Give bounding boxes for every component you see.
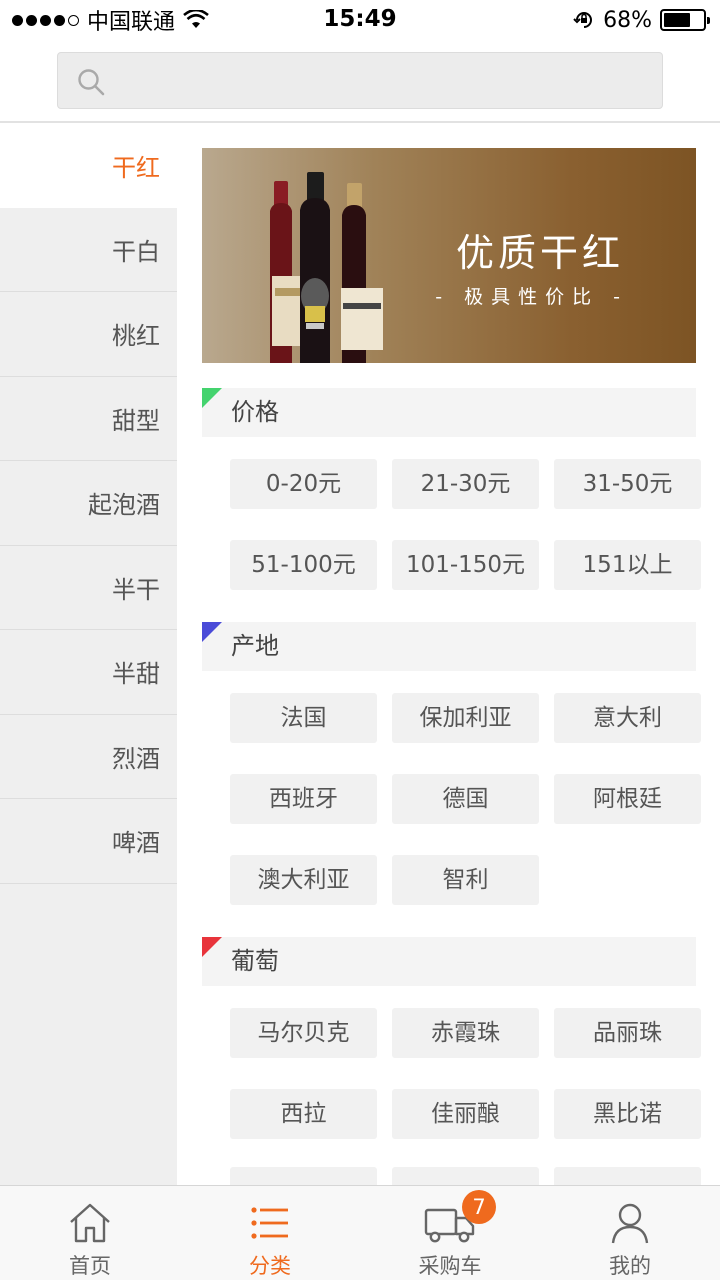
filter-tag[interactable]: 佳丽酿 [392, 1089, 539, 1139]
section-title: 产地 [231, 632, 279, 660]
filter-tag[interactable]: 0-20元 [230, 459, 377, 509]
filter-tag[interactable]: 智利 [392, 855, 539, 905]
filter-tag[interactable]: 赤霞珠 [392, 1008, 539, 1058]
home-icon [70, 1203, 110, 1243]
filter-tag[interactable]: 法国 [230, 693, 377, 743]
tab-home[interactable]: 首页 [0, 1186, 180, 1280]
section-header: 产地 [202, 622, 696, 671]
filter-tag[interactable]: 保加利亚 [392, 693, 539, 743]
battery-percent: 68% [603, 7, 652, 33]
filter-tag[interactable]: 阿根廷 [554, 774, 701, 824]
filter-tag[interactable]: 意大利 [554, 693, 701, 743]
filter-tag[interactable]: 澳大利亚 [230, 855, 377, 905]
tab-cart[interactable]: 采购车 [360, 1186, 540, 1280]
filter-tag[interactable]: 21-30元 [392, 459, 539, 509]
filter-tag[interactable] [230, 1167, 377, 1185]
filter-tag[interactable]: 51-100元 [230, 540, 377, 590]
bottom-tab-bar: 首页 分类 采购车 我的 [0, 1185, 720, 1280]
filter-tag[interactable]: 品丽珠 [554, 1008, 701, 1058]
filter-tag[interactable] [554, 1167, 701, 1185]
banner-subtitle: - 极具性价比 - [435, 286, 628, 308]
sidebar-item[interactable]: 半干 [0, 546, 177, 630]
user-icon [611, 1203, 649, 1244]
tab-cart-label: 采购车 [418, 1254, 482, 1278]
filter-tag[interactable]: 马尔贝克 [230, 1008, 377, 1058]
section-header: 价格 [202, 388, 696, 437]
search-input[interactable] [57, 52, 663, 109]
section-title: 价格 [231, 398, 279, 426]
sidebar-item[interactable]: 桃红 [0, 292, 177, 377]
rotation-lock-icon [573, 12, 593, 28]
section-corner-marker [202, 622, 222, 642]
category-sidebar: 干红 干白 桃红 甜型 起泡酒 半干 半甜 烈酒 啤酒 [0, 123, 177, 1185]
filter-tag[interactable]: 黑比诺 [554, 1089, 701, 1139]
cart-count-badge: 7 [462, 1190, 496, 1224]
tab-mine-label: 我的 [609, 1254, 651, 1278]
tab-category-label: 分类 [249, 1254, 291, 1278]
section-corner-marker [202, 388, 222, 408]
section-header: 葡萄 [202, 937, 696, 986]
sidebar-item[interactable]: 干白 [0, 208, 177, 292]
status-bar: 中国联通 15:49 68% [0, 0, 720, 40]
filter-tag[interactable]: 西班牙 [230, 774, 377, 824]
filter-tag[interactable]: 德国 [392, 774, 539, 824]
sidebar-item[interactable]: 半甜 [0, 630, 177, 715]
sidebar-item[interactable]: 啤酒 [0, 799, 177, 884]
banner-title: 优质干红 [455, 231, 624, 275]
filter-tag[interactable]: 西拉 [230, 1089, 377, 1139]
sidebar-item[interactable]: 干红 [0, 123, 177, 208]
filter-tag[interactable]: 101-150元 [392, 540, 539, 590]
section-corner-marker [202, 937, 222, 957]
filter-tag[interactable]: 151以上 [554, 540, 701, 590]
category-content: 优质干红 - 极具性价比 - 价格 0-20元 21-30元 31-50元 51-100… [177, 123, 720, 1185]
status-right: 68% [573, 6, 710, 34]
sidebar-item[interactable]: 起泡酒 [0, 461, 177, 546]
tab-mine[interactable]: 我的 [540, 1186, 720, 1280]
section-title: 葡萄 [231, 947, 279, 975]
search-icon [78, 69, 105, 96]
battery-icon [660, 9, 710, 31]
sidebar-item[interactable]: 甜型 [0, 377, 177, 461]
category-list-icon [251, 1207, 288, 1239]
tab-category[interactable]: 分类 [180, 1186, 360, 1280]
promo-banner[interactable]: 优质干红 - 极具性价比 - [202, 148, 696, 363]
filter-tag[interactable] [392, 1167, 539, 1185]
wine-bottles-image [270, 172, 383, 363]
tab-home-label: 首页 [69, 1254, 111, 1278]
sidebar-item[interactable]: 烈酒 [0, 715, 177, 799]
filter-tag[interactable]: 31-50元 [554, 459, 701, 509]
